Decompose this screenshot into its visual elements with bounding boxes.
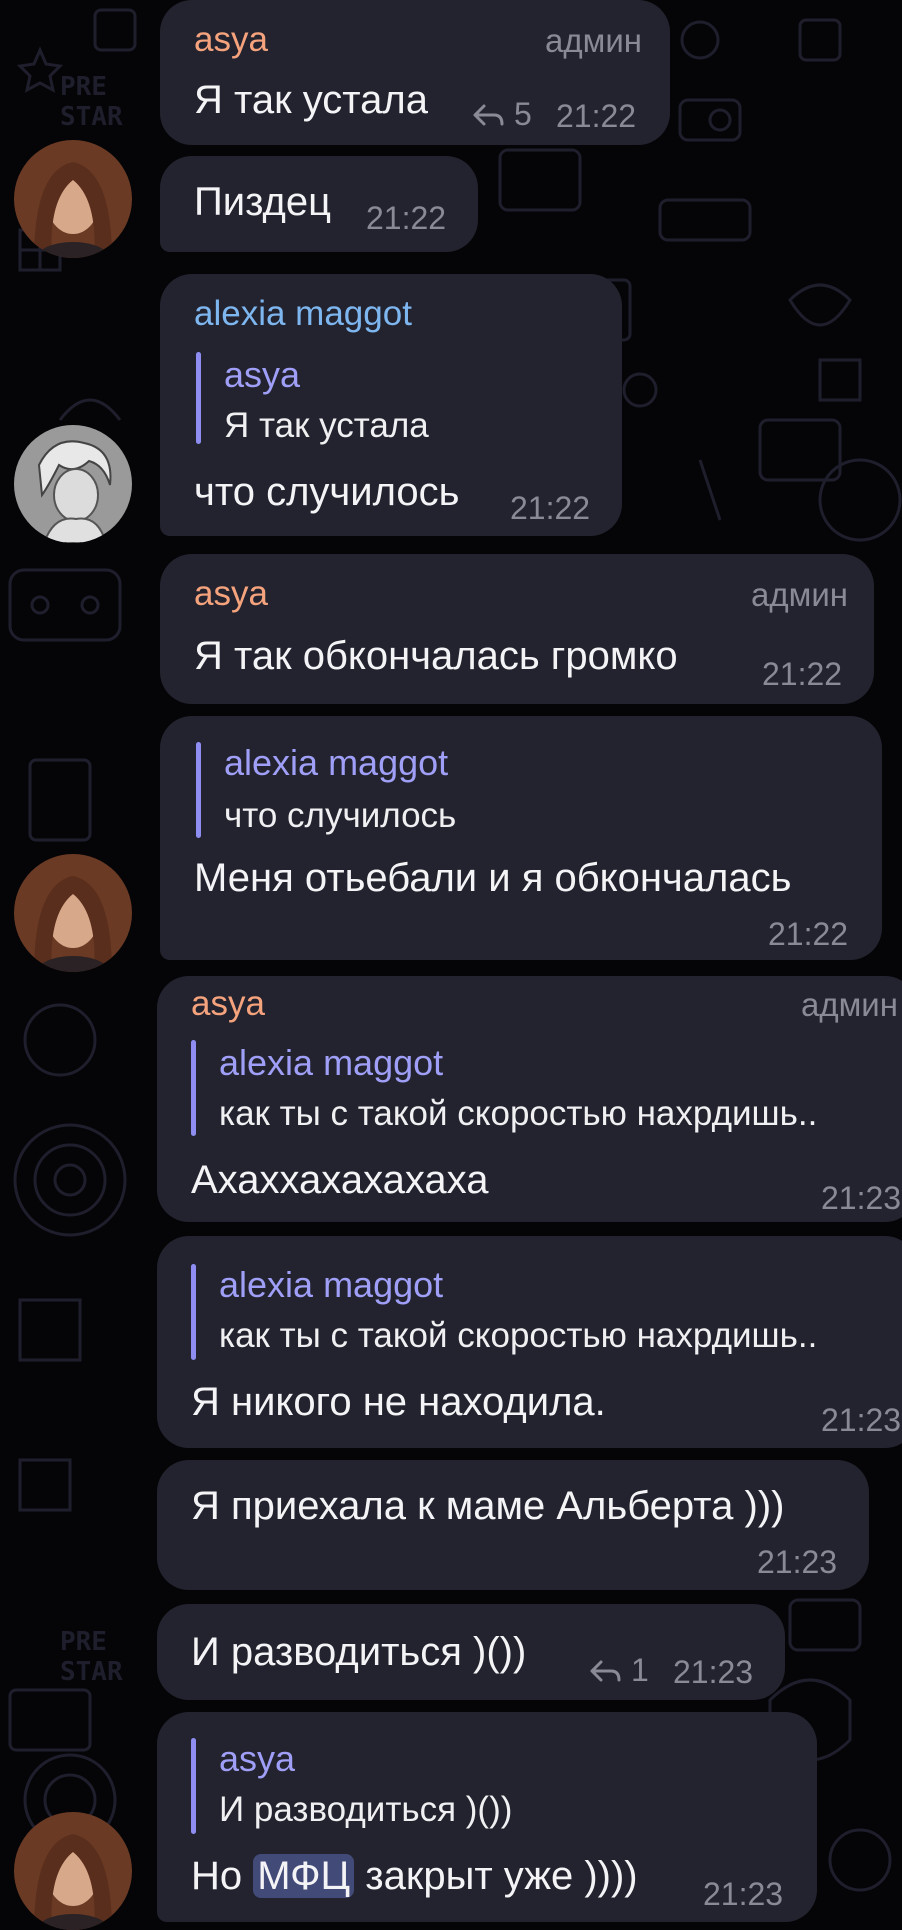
message-bubble[interactable]: alexia maggot asya Я так устала что случ… xyxy=(160,274,622,536)
message-text: Я никого не находила. xyxy=(191,1380,606,1424)
reply-count[interactable]: 1 xyxy=(589,1652,649,1689)
message-text: И разводиться )()) xyxy=(191,1630,527,1674)
reply-quote-author[interactable]: asya xyxy=(224,354,300,396)
reply-quote-text[interactable]: И разводиться )()) xyxy=(219,1790,512,1830)
user-photo-icon xyxy=(14,1812,132,1930)
message-text: Я так обкончалась громко xyxy=(194,634,678,678)
admin-badge: админ xyxy=(801,986,898,1023)
highlighted-link[interactable]: МФЦ xyxy=(253,1854,355,1898)
reply-quote-author[interactable]: asya xyxy=(219,1738,295,1780)
user-photo-icon xyxy=(14,854,132,972)
reply-quote-bar xyxy=(191,1040,196,1136)
reply-count-value: 1 xyxy=(631,1652,649,1688)
sender-name[interactable]: asya xyxy=(194,20,268,60)
reply-quote-author[interactable]: alexia maggot xyxy=(219,1264,443,1306)
message-bubble[interactable]: asya админ alexia maggot как ты с такой … xyxy=(157,976,902,1222)
reply-arrow-icon xyxy=(590,1660,621,1681)
reply-arrow-icon xyxy=(473,104,504,125)
reply-quote-bar xyxy=(191,1738,196,1834)
message-time: 21:23 xyxy=(757,1544,838,1580)
message-text: что случилось xyxy=(194,470,460,514)
message-time: 21:22 xyxy=(762,656,843,692)
message-text-part: закрыт уже )))) xyxy=(365,1854,638,1898)
message-time: 21:22 xyxy=(366,200,447,236)
reply-count-value: 5 xyxy=(514,96,532,132)
message-bubble[interactable]: И разводиться )()) 1 21:23 xyxy=(157,1604,785,1700)
message-time: 21:23 xyxy=(703,1876,784,1912)
svg-text:STAR: STAR xyxy=(60,1657,123,1687)
message-bubble[interactable]: Я приехала к маме Альберта ))) 21:23 xyxy=(157,1460,869,1590)
message-text: Ахаххахахахаха xyxy=(191,1158,489,1202)
sender-name[interactable]: asya xyxy=(191,984,265,1024)
reply-count[interactable]: 5 xyxy=(472,96,532,133)
svg-text:PRE: PRE xyxy=(60,72,107,102)
reply-quote-text[interactable]: что случилось xyxy=(224,796,456,836)
svg-text:STAR: STAR xyxy=(60,102,123,132)
message-time: 21:23 xyxy=(673,1654,754,1690)
avatar[interactable] xyxy=(14,425,132,543)
admin-badge: админ xyxy=(545,22,642,59)
sender-name[interactable]: alexia maggot xyxy=(194,294,412,334)
reply-quote-text[interactable]: как ты с такой скоростью нахрдишь.. xyxy=(219,1094,817,1134)
message-bubble[interactable]: asya И разводиться )()) Но МФЦ закрыт уж… xyxy=(157,1712,817,1922)
message-time: 21:23 xyxy=(821,1180,902,1216)
message-time: 21:22 xyxy=(510,490,591,526)
sender-name[interactable]: asya xyxy=(194,574,268,614)
message-bubble[interactable]: alexia maggot как ты с такой скоростью н… xyxy=(157,1236,902,1448)
svg-text:PRE: PRE xyxy=(60,1627,107,1657)
message-text-part: Но xyxy=(191,1854,243,1898)
avatar[interactable] xyxy=(14,1812,132,1930)
user-photo-icon xyxy=(14,140,132,258)
reply-quote-bar xyxy=(191,1264,196,1360)
avatar[interactable] xyxy=(14,854,132,972)
user-photo-icon xyxy=(14,425,132,543)
reply-quote-author[interactable]: alexia maggot xyxy=(224,742,448,784)
message-text: Но МФЦ закрыт уже )))) xyxy=(191,1854,638,1899)
reply-quote-bar xyxy=(196,352,201,444)
message-text: Я приехала к маме Альберта ))) xyxy=(191,1484,785,1528)
message-text: Я так устала xyxy=(194,78,428,122)
reply-quote-text[interactable]: Я так устала xyxy=(224,406,429,446)
message-time: 21:22 xyxy=(556,98,637,134)
reply-quote-author[interactable]: alexia maggot xyxy=(219,1042,443,1084)
reply-quote-text[interactable]: как ты с такой скоростью нахрдишь.. xyxy=(219,1316,817,1356)
message-time: 21:22 xyxy=(768,916,849,952)
message-bubble[interactable]: Пиздец 21:22 xyxy=(160,156,478,252)
reply-quote-bar xyxy=(196,742,201,838)
admin-badge: админ xyxy=(751,576,848,613)
message-text: Меня отьебали и я обкончалась xyxy=(194,856,792,900)
message-text: Пиздец xyxy=(194,180,332,224)
message-bubble[interactable]: alexia maggot что случилось Меня отьебал… xyxy=(160,716,882,960)
message-time: 21:23 xyxy=(821,1402,902,1438)
message-bubble[interactable]: asya админ Я так устала 5 21:22 xyxy=(160,0,670,145)
avatar[interactable] xyxy=(14,140,132,258)
message-bubble[interactable]: asya админ Я так обкончалась громко 21:2… xyxy=(160,554,874,704)
